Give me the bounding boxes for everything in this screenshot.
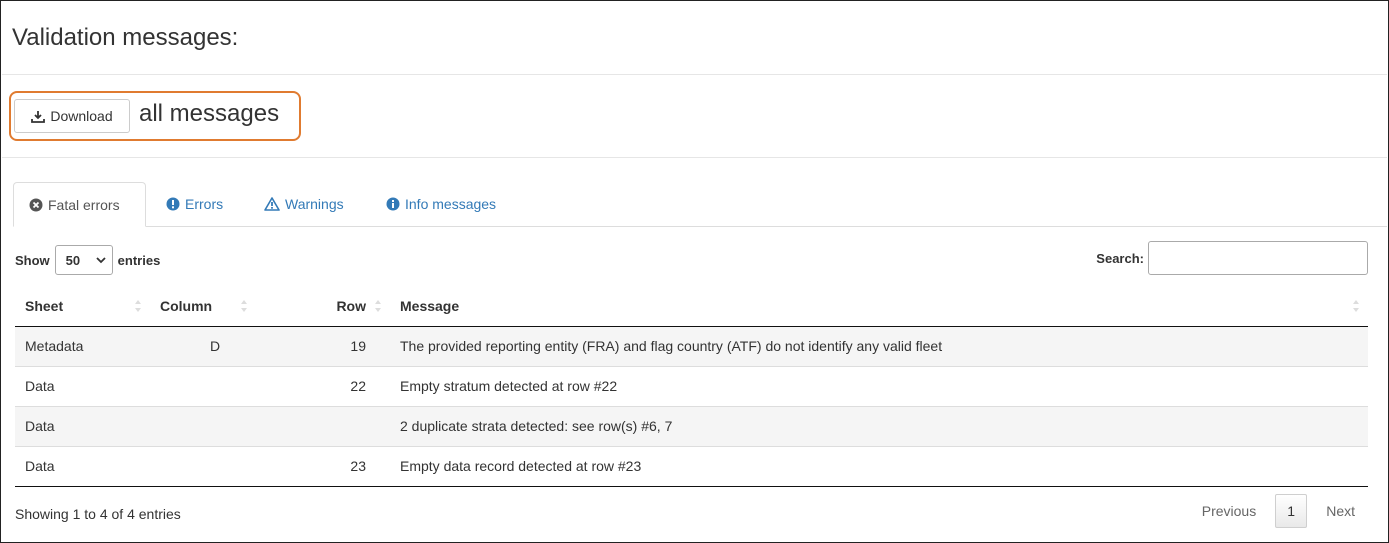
cell-row: 22: [280, 365, 390, 406]
sort-icon: [1353, 300, 1359, 312]
show-label: Show: [15, 252, 50, 268]
table-info: Showing 1 to 4 of 4 entries: [15, 506, 181, 522]
entries-select[interactable]: 50: [54, 245, 113, 275]
exclamation-circle-icon: [166, 197, 180, 211]
cell-column: [150, 445, 280, 487]
tab-errors-label: Errors: [185, 196, 224, 212]
cell-message: 2 duplicate strata detected: see row(s) …: [390, 405, 1368, 446]
cell-message: The provided reporting entity (FRA) and …: [390, 326, 1368, 366]
next-page-button[interactable]: Next: [1313, 494, 1368, 528]
cell-column: [150, 405, 280, 446]
entries-select-value: 50: [65, 252, 81, 268]
search-label: Search:: [1096, 250, 1144, 266]
tab-fatal-errors-label: Fatal errors: [48, 196, 120, 213]
table-row: Data 23 Empty data record detected at ro…: [15, 445, 1368, 487]
column-header-message[interactable]: Message: [390, 286, 1368, 327]
table-row: Data 22 Empty stratum detected at row #2…: [15, 365, 1368, 406]
download-button-label: Download: [50, 108, 113, 124]
page-title: Validation messages:: [12, 24, 239, 51]
pagination: Previous 1 Next: [1189, 494, 1368, 528]
validation-panel: Validation messages: Download all messag…: [0, 0, 1389, 543]
page-button-current[interactable]: 1: [1275, 494, 1308, 528]
sort-icon: [135, 300, 141, 312]
table-row: Metadata D 19 The provided reporting ent…: [15, 326, 1368, 366]
messages-table: Sheet Column Row Message Metadata D 19 T…: [15, 286, 1368, 487]
previous-page-button[interactable]: Previous: [1189, 494, 1269, 528]
table-search: Search:: [1096, 241, 1368, 275]
cell-sheet: Data: [15, 445, 150, 487]
download-suffix-text: all messages: [139, 100, 280, 127]
tab-info-messages[interactable]: Info messages: [371, 182, 511, 226]
tab-warnings-label: Warnings: [285, 196, 344, 212]
download-section: Download all messages: [2, 75, 1387, 158]
column-header-column-label: Column: [160, 297, 213, 314]
search-input[interactable]: [1148, 241, 1368, 275]
cell-column: D: [150, 326, 280, 366]
tab-info-messages-label: Info messages: [405, 196, 497, 212]
column-header-column[interactable]: Column: [150, 286, 280, 327]
download-button[interactable]: Download: [14, 99, 130, 133]
column-header-message-label: Message: [400, 297, 460, 314]
cell-message: Empty stratum detected at row #22: [390, 365, 1368, 406]
cell-row: 19: [280, 326, 390, 366]
message-tabs: Fatal errors Errors Warnings Info messag…: [13, 182, 1387, 227]
entries-label: entries: [117, 252, 161, 268]
column-header-row-label: Row: [336, 297, 366, 314]
cell-sheet: Data: [15, 365, 150, 406]
cell-message: Empty data record detected at row #23: [390, 445, 1368, 487]
column-header-row[interactable]: Row: [280, 286, 390, 327]
tab-fatal-errors[interactable]: Fatal errors: [13, 182, 146, 227]
table-header-row: Sheet Column Row Message: [15, 286, 1368, 327]
sort-icon: [241, 300, 247, 312]
cell-sheet: Data: [15, 405, 150, 446]
title-section: Validation messages:: [2, 2, 1387, 75]
tab-warnings[interactable]: Warnings: [249, 182, 359, 226]
download-icon: [31, 110, 46, 123]
entries-length-control: Show 50 entries: [15, 245, 160, 275]
circle-x-icon: [29, 198, 43, 211]
cell-column: [150, 365, 280, 406]
warning-triangle-icon: [264, 197, 280, 211]
cell-row: [280, 405, 390, 446]
cell-row: 23: [280, 445, 390, 487]
cell-sheet: Metadata: [15, 326, 150, 366]
column-header-sheet-label: Sheet: [25, 297, 64, 314]
table-row: Data 2 duplicate strata detected: see ro…: [15, 405, 1368, 446]
tab-errors[interactable]: Errors: [151, 182, 238, 226]
info-circle-icon: [386, 197, 400, 211]
sort-icon: [375, 300, 381, 312]
column-header-sheet[interactable]: Sheet: [15, 286, 150, 327]
chevron-down-icon: [96, 256, 106, 263]
